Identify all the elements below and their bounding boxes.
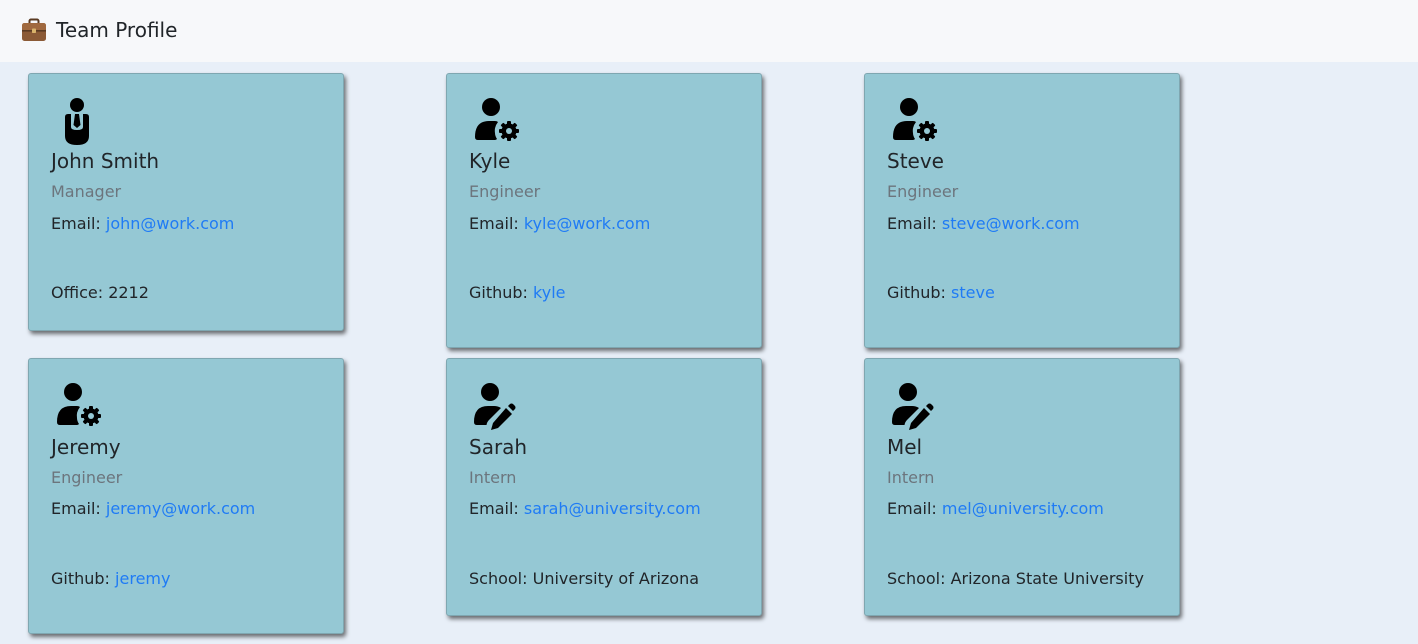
manager-tie-icon xyxy=(65,98,89,145)
email-row: Email: jeremy@work.com xyxy=(51,498,255,520)
employee-card-mel: Mel Intern Email: mel@university.com Sch… xyxy=(864,358,1180,616)
office-row: Office: 2212 xyxy=(51,282,149,304)
office-label: Office: xyxy=(51,283,104,302)
employee-name: Sarah xyxy=(469,435,528,459)
employee-card-kyle: Kyle Engineer Email: kyle@work.com Githu… xyxy=(446,73,762,348)
school-row: School: University of Arizona xyxy=(469,568,699,590)
github-link[interactable]: kyle xyxy=(533,283,565,302)
employee-name: Steve xyxy=(887,149,944,173)
github-row: Github: jeremy xyxy=(51,568,170,590)
github-link[interactable]: steve xyxy=(951,283,995,302)
employee-name: Jeremy xyxy=(51,435,121,459)
github-row: Github: steve xyxy=(887,282,995,304)
employee-role: Engineer xyxy=(887,182,959,201)
briefcase-icon xyxy=(22,18,46,41)
user-pen-icon xyxy=(892,383,934,430)
email-link[interactable]: sarah@university.com xyxy=(524,499,701,518)
school-name: University of Arizona xyxy=(532,569,700,588)
app-title: Team Profile xyxy=(56,18,178,42)
email-row: Email: steve@work.com xyxy=(887,213,1080,235)
employee-role: Engineer xyxy=(469,182,541,201)
school-label: School: xyxy=(887,569,946,588)
employee-role: Intern xyxy=(469,468,517,487)
email-link[interactable]: jeremy@work.com xyxy=(106,499,255,518)
office-number: 2212 xyxy=(108,283,149,302)
email-label: Email: xyxy=(887,499,937,518)
employee-role: Intern xyxy=(887,468,935,487)
email-row: Email: kyle@work.com xyxy=(469,213,650,235)
navbar: Team Profile xyxy=(0,0,1418,62)
employee-name: Mel xyxy=(887,435,923,459)
employee-role: Engineer xyxy=(51,468,123,487)
github-row: Github: kyle xyxy=(469,282,566,304)
school-label: School: xyxy=(469,569,528,588)
email-row: Email: john@work.com xyxy=(51,213,234,235)
email-link[interactable]: john@work.com xyxy=(106,214,235,233)
employee-name: John Smith xyxy=(51,149,160,173)
user-gear-icon xyxy=(893,98,937,141)
email-label: Email: xyxy=(469,499,519,518)
school-name: Arizona State University xyxy=(950,569,1144,588)
email-link[interactable]: mel@university.com xyxy=(942,499,1104,518)
email-link[interactable]: steve@work.com xyxy=(942,214,1080,233)
github-label: Github: xyxy=(469,283,528,302)
github-label: Github: xyxy=(887,283,946,302)
user-pen-icon xyxy=(474,383,516,430)
email-label: Email: xyxy=(51,214,101,233)
employee-card-steve: Steve Engineer Email: steve@work.com Git… xyxy=(864,73,1180,348)
user-gear-icon xyxy=(475,98,519,141)
email-link[interactable]: kyle@work.com xyxy=(524,214,650,233)
github-label: Github: xyxy=(51,569,110,588)
school-row: School: Arizona State University xyxy=(887,568,1144,590)
email-row: Email: sarah@university.com xyxy=(469,498,701,520)
user-gear-icon xyxy=(57,383,101,426)
employee-card-jeremy: Jeremy Engineer Email: jeremy@work.com G… xyxy=(28,358,344,634)
email-label: Email: xyxy=(887,214,937,233)
email-label: Email: xyxy=(469,214,519,233)
email-row: Email: mel@university.com xyxy=(887,498,1104,520)
employee-name: Kyle xyxy=(469,149,511,173)
employee-role: Manager xyxy=(51,182,122,201)
github-link[interactable]: jeremy xyxy=(115,569,170,588)
email-label: Email: xyxy=(51,499,101,518)
employee-card-sarah: Sarah Intern Email: sarah@university.com… xyxy=(446,358,762,616)
employee-card-john-smith: John Smith Manager Email: john@work.com … xyxy=(28,73,344,331)
